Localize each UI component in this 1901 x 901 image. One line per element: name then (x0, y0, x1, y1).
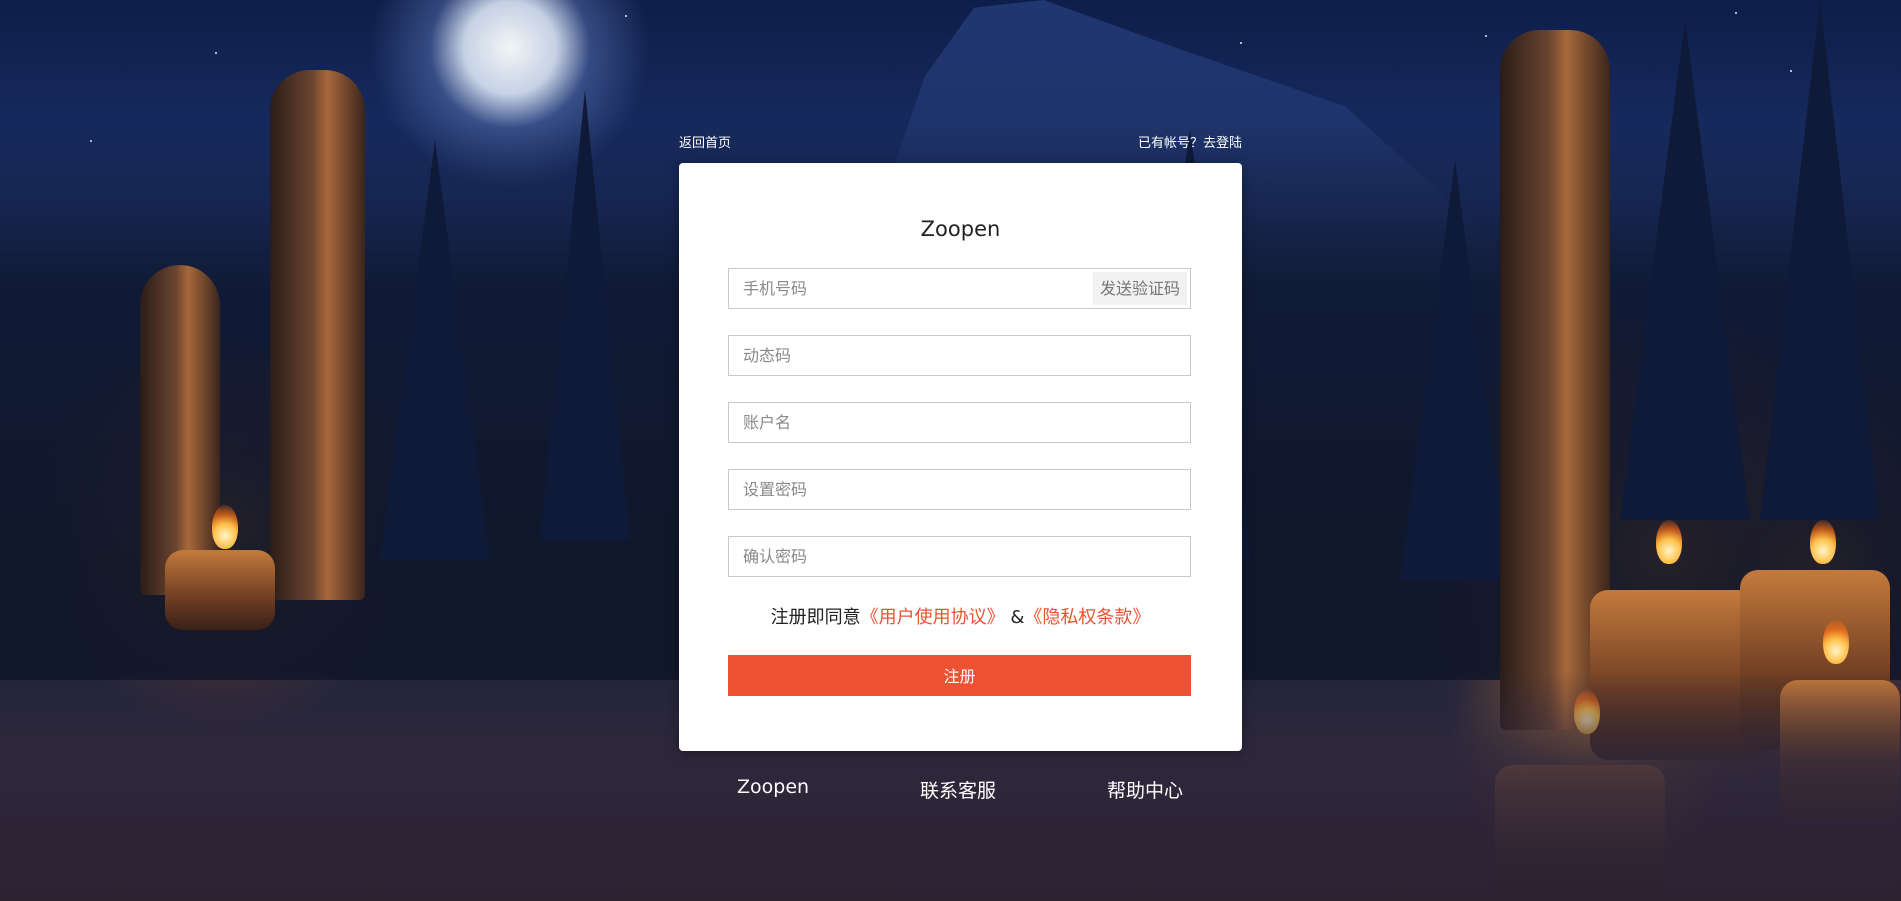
login-link[interactable]: 已有帐号？去登陆 (1138, 132, 1242, 151)
background-star (1485, 35, 1487, 37)
register-card: Zoopen 发送验证码 注册即同意《用户使用协议》 &《隐私权条款》 注册 (679, 163, 1242, 751)
background-totem (140, 265, 220, 595)
privacy-terms-link[interactable]: 《隐私权条款》 (1024, 607, 1150, 628)
background-star (625, 15, 627, 17)
background-totem (270, 70, 365, 600)
background-star (215, 52, 217, 54)
user-agreement-link[interactable]: 《用户使用协议》 (861, 607, 1005, 628)
background-flame (1656, 520, 1682, 564)
background-flame (212, 505, 238, 549)
agreement-text: 注册即同意《用户使用协议》 &《隐私权条款》 (679, 603, 1242, 629)
footer-brand-link[interactable]: Zoopen (737, 776, 809, 798)
background-flame (1810, 520, 1836, 564)
send-code-button[interactable]: 发送验证码 (1092, 272, 1187, 305)
agreement-ampersand: & (1010, 607, 1025, 628)
footer-contact-link[interactable]: 联系客服 (920, 776, 996, 803)
top-links: 返回首页 已有帐号？去登陆 (679, 132, 1242, 154)
background-star (1790, 70, 1792, 72)
password-field (728, 469, 1191, 510)
register-button[interactable]: 注册 (728, 655, 1191, 696)
confirm-password-input[interactable] (729, 537, 1190, 576)
confirm-password-field (728, 536, 1191, 577)
card-brand-title: Zoopen (920, 217, 1001, 241)
back-home-link[interactable]: 返回首页 (679, 132, 731, 151)
background-stump (165, 550, 275, 630)
password-input[interactable] (729, 470, 1190, 509)
agreement-prefix: 注册即同意 (770, 607, 861, 628)
code-input[interactable] (729, 336, 1190, 375)
footer: Zoopen 联系客服 帮助中心 (0, 776, 1901, 806)
phone-input[interactable] (729, 269, 1089, 308)
code-field (728, 335, 1191, 376)
footer-help-link[interactable]: 帮助中心 (1107, 776, 1183, 803)
account-input[interactable] (729, 403, 1190, 442)
account-field (728, 402, 1191, 443)
background-star (1240, 42, 1242, 44)
background-flame (1823, 620, 1849, 664)
background-star (1735, 12, 1737, 14)
phone-field: 发送验证码 (728, 268, 1191, 309)
